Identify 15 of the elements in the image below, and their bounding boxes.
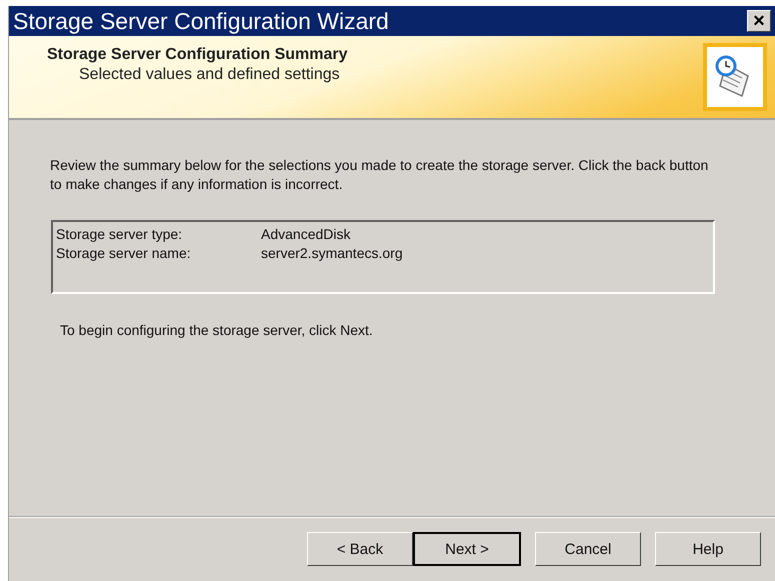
- wizard-button[interactable]: Next >: [413, 532, 521, 566]
- header-subtitle: Selected values and defined settings: [78, 66, 341, 84]
- summary-value: server2.symantecs.org: [261, 245, 404, 263]
- wizard-button[interactable]: < Back: [307, 532, 413, 566]
- instructions-text: Review the summary below for the selections you made to create the storage server. Click the back button to make changes if any information is incorrect.: [50, 156, 710, 194]
- close-button[interactable]: ×: [747, 10, 771, 32]
- scroll-clock-icon: [703, 43, 767, 111]
- next-instruction-text: To begin configuring the storage server, click Next.: [60, 322, 374, 338]
- summary-label: Storage server name:: [56, 245, 192, 263]
- summary-label: Storage server type:: [56, 226, 184, 244]
- summary-value: AdvancedDisk: [261, 226, 352, 244]
- window-title: Storage Server Configuration Wizard: [13, 8, 389, 34]
- header-title: Storage Server Configuration Summary: [47, 46, 348, 64]
- wizard-button[interactable]: Cancel: [535, 532, 641, 566]
- wizard-button[interactable]: Help: [655, 532, 761, 566]
